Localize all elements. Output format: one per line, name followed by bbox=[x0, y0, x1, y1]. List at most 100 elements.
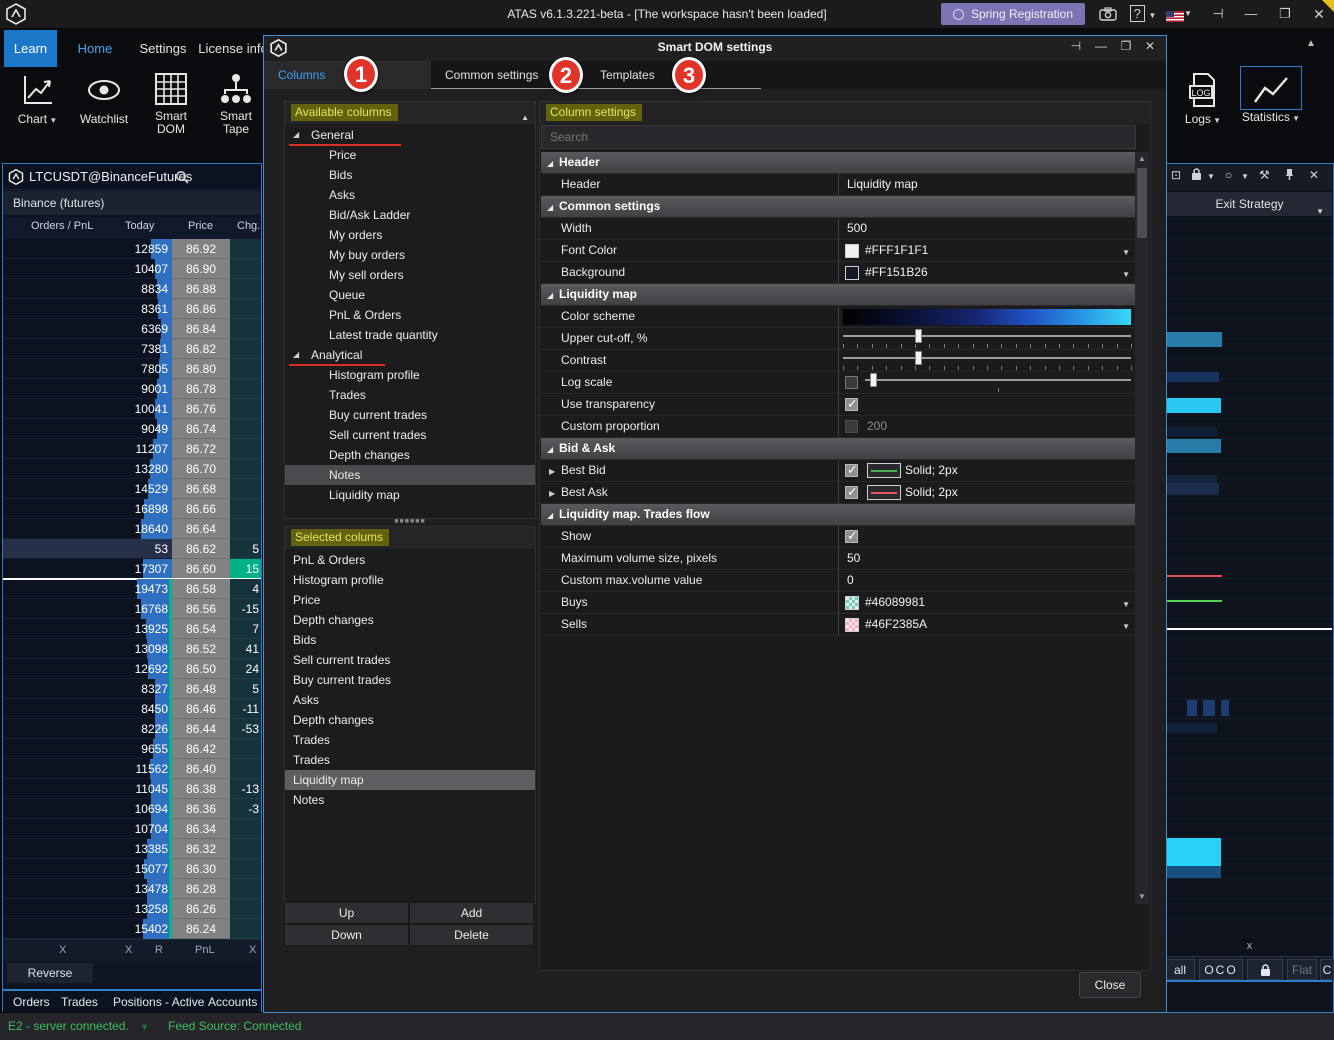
dialog-minimize-icon[interactable]: — bbox=[1091, 39, 1111, 53]
expander-icon[interactable]: ▶ bbox=[549, 489, 555, 498]
chg-cell[interactable]: 15 bbox=[230, 559, 261, 579]
exit-strategy-dropdown[interactable]: Exit Strategy ▼ bbox=[1167, 192, 1332, 216]
expander-icon[interactable]: ◢ bbox=[547, 291, 553, 300]
best-bid-checkbox[interactable] bbox=[845, 464, 858, 477]
orders-cell[interactable] bbox=[3, 479, 116, 499]
best-bid-line-style[interactable] bbox=[867, 463, 901, 478]
today-cell[interactable]: 16898 bbox=[116, 499, 172, 519]
selected-item[interactable]: Asks bbox=[285, 690, 535, 710]
color-swatch[interactable] bbox=[845, 244, 859, 258]
color-swatch[interactable] bbox=[845, 596, 859, 610]
chg-cell[interactable]: 24 bbox=[230, 659, 261, 679]
scroll-up-icon[interactable]: ▲ bbox=[1135, 152, 1149, 166]
today-cell[interactable]: 10041 bbox=[116, 399, 172, 419]
today-cell[interactable]: 10407 bbox=[116, 259, 172, 279]
available-item[interactable]: Depth changes bbox=[285, 445, 535, 465]
chg-cell[interactable] bbox=[230, 359, 261, 379]
price-cell[interactable]: 86.44 bbox=[172, 719, 230, 739]
orders-cell[interactable] bbox=[3, 359, 116, 379]
price-cell[interactable]: 86.66 bbox=[172, 499, 230, 519]
orders-cell[interactable] bbox=[3, 639, 116, 659]
selected-item[interactable]: Liquidity map bbox=[285, 770, 535, 790]
expander-icon[interactable]: ◢ bbox=[293, 345, 299, 365]
today-cell[interactable]: 13925 bbox=[116, 619, 172, 639]
dom-row[interactable]: 780586.80 bbox=[3, 359, 261, 379]
price-cell[interactable]: 86.32 bbox=[172, 839, 230, 859]
today-cell[interactable]: 19473 bbox=[116, 579, 172, 599]
price-cell[interactable]: 86.30 bbox=[172, 859, 230, 879]
available-item[interactable]: Queue bbox=[285, 285, 535, 305]
orders-cell[interactable] bbox=[3, 579, 116, 599]
today-cell[interactable]: 17307 bbox=[116, 559, 172, 579]
price-cell[interactable]: 86.38 bbox=[172, 779, 230, 799]
chg-cell[interactable]: 7 bbox=[230, 619, 261, 639]
tools-icon[interactable]: ⚒ bbox=[1259, 168, 1270, 182]
orders-cell[interactable] bbox=[3, 299, 116, 319]
orders-cell[interactable] bbox=[3, 419, 116, 439]
show-checkbox[interactable] bbox=[845, 530, 858, 543]
tab-settings[interactable]: Settings bbox=[132, 30, 194, 67]
dom-row[interactable]: 1689886.66 bbox=[3, 499, 261, 519]
color-scheme-gradient[interactable] bbox=[843, 309, 1131, 325]
header-value[interactable]: Liquidity map bbox=[847, 177, 918, 191]
footer-pnl[interactable]: PnL bbox=[195, 944, 215, 956]
today-cell[interactable]: 13280 bbox=[116, 459, 172, 479]
dom-row[interactable]: 5386.625 bbox=[3, 539, 261, 559]
right-panel-x-label[interactable]: x bbox=[1167, 940, 1332, 952]
setting-row-liquidity-map-trades-flow[interactable]: ◢Liquidity map. Trades flow bbox=[541, 504, 1136, 526]
custom-max-volume-value-value[interactable]: 0 bbox=[847, 573, 854, 587]
orders-cell[interactable] bbox=[3, 599, 116, 619]
contrast-slider[interactable] bbox=[843, 350, 1131, 372]
col-price[interactable]: Price bbox=[188, 220, 213, 232]
language-flag-dropdown[interactable]: ▼ bbox=[1162, 0, 1196, 28]
expander-icon[interactable]: ◢ bbox=[547, 445, 553, 454]
circle-icon[interactable]: ○ bbox=[1225, 168, 1232, 182]
footer-r[interactable]: R bbox=[155, 944, 163, 956]
orders-cell[interactable] bbox=[3, 859, 116, 879]
price-cell[interactable]: 86.42 bbox=[172, 739, 230, 759]
dom-row[interactable]: 1540286.24 bbox=[3, 919, 261, 939]
selected-item[interactable]: Trades bbox=[285, 730, 535, 750]
delete-button[interactable]: Delete bbox=[409, 924, 534, 946]
dropdown-arrow-icon[interactable]: ▼ bbox=[1122, 248, 1130, 257]
price-cell[interactable]: 86.60 bbox=[172, 559, 230, 579]
chg-cell[interactable] bbox=[230, 739, 261, 759]
available-item[interactable]: Histogram profile bbox=[285, 365, 535, 385]
price-cell[interactable]: 86.64 bbox=[172, 519, 230, 539]
orders-cell[interactable] bbox=[3, 719, 116, 739]
available-item[interactable]: Price bbox=[285, 145, 535, 165]
price-cell[interactable]: 86.70 bbox=[172, 459, 230, 479]
orders-cell[interactable] bbox=[3, 899, 116, 919]
price-cell[interactable]: 86.34 bbox=[172, 819, 230, 839]
chg-cell[interactable]: -13 bbox=[230, 779, 261, 799]
orders-cell[interactable] bbox=[3, 379, 116, 399]
tree-group-analytical[interactable]: ◢Analytical bbox=[285, 345, 535, 365]
chg-cell[interactable] bbox=[230, 759, 261, 779]
tab-orders[interactable]: Orders bbox=[13, 995, 50, 1009]
dom-row[interactable]: 1864086.64 bbox=[3, 519, 261, 539]
chg-cell[interactable] bbox=[230, 439, 261, 459]
price-cell[interactable]: 86.62 bbox=[172, 539, 230, 559]
dialog-close-button[interactable]: Close bbox=[1079, 972, 1141, 998]
orders-cell[interactable] bbox=[3, 839, 116, 859]
selected-item[interactable]: Sell current trades bbox=[285, 650, 535, 670]
statistics-tool-button[interactable]: Statistics ▼ bbox=[1238, 72, 1304, 124]
available-item[interactable]: Sell current trades bbox=[285, 425, 535, 445]
setting-row-common-settings[interactable]: ◢Common settings bbox=[541, 196, 1136, 218]
chg-cell[interactable]: 5 bbox=[230, 679, 261, 699]
chg-cell[interactable] bbox=[230, 819, 261, 839]
chg-cell[interactable]: -15 bbox=[230, 599, 261, 619]
settings-search-input[interactable] bbox=[541, 125, 1136, 149]
today-cell[interactable]: 18640 bbox=[116, 519, 172, 539]
selected-item[interactable]: Depth changes bbox=[285, 610, 535, 630]
available-item[interactable]: Buy current trades bbox=[285, 405, 535, 425]
price-cell[interactable]: 86.84 bbox=[172, 319, 230, 339]
dom-row[interactable]: 836186.86 bbox=[3, 299, 261, 319]
price-cell[interactable]: 86.68 bbox=[172, 479, 230, 499]
today-cell[interactable]: 10704 bbox=[116, 819, 172, 839]
maximum-volume-size-pixels-value[interactable]: 50 bbox=[847, 551, 860, 565]
dialog-close-icon[interactable]: ✕ bbox=[1140, 39, 1160, 53]
chg-cell[interactable] bbox=[230, 899, 261, 919]
price-cell[interactable]: 86.86 bbox=[172, 299, 230, 319]
dom-row[interactable]: 1507786.30 bbox=[3, 859, 261, 879]
